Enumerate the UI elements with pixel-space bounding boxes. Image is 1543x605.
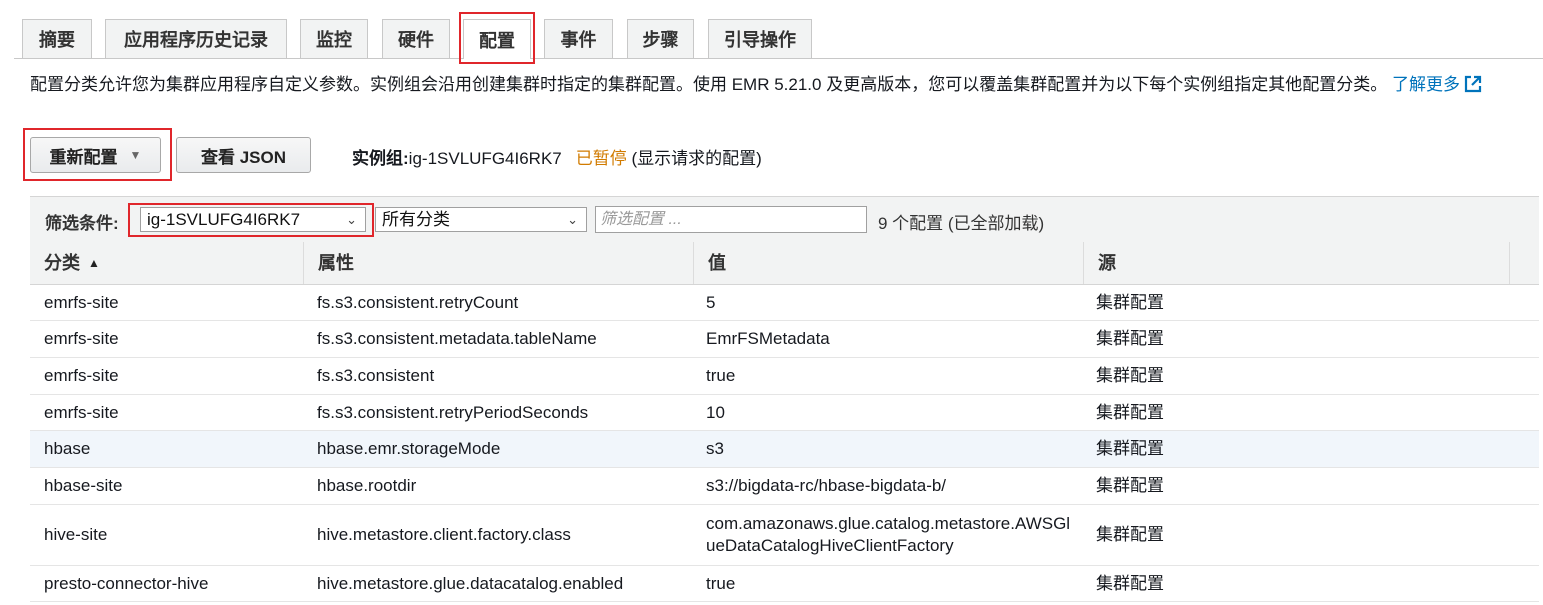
cell-property: fs.s3.consistent xyxy=(317,366,435,385)
cell-source: 集群配置 xyxy=(1096,402,1164,422)
cell-classification: emrfs-site xyxy=(44,402,119,422)
cell-value: 10 xyxy=(706,402,725,422)
table-row[interactable]: emrfs-site fs.s3.consistent true 集群配置 xyxy=(30,358,1539,395)
status-badge: 已暂停 xyxy=(575,149,627,168)
cell-source: 集群配置 xyxy=(1096,366,1164,385)
instance-group-id: ig-1SVLUFG4I6RK7 xyxy=(408,149,562,168)
tab-configurations[interactable]: 配置 xyxy=(463,19,531,59)
tab-app-history[interactable]: 应用程序历史记录 xyxy=(105,19,287,58)
config-count: 9 个配置 (已全部加载) xyxy=(878,214,1045,233)
cell-property: hbase.rootdir xyxy=(317,476,417,495)
cell-classification: emrfs-site xyxy=(44,329,119,348)
category-select[interactable]: 所有分类 ⌄ xyxy=(375,207,587,232)
tab-bootstrap-actions[interactable]: 引导操作 xyxy=(708,19,812,58)
tab-bar-divider xyxy=(14,58,1543,59)
description-text: 配置分类允许您为集群应用程序自定义参数。实例组会沿用创建集群时指定的集群配置。使… xyxy=(30,75,1388,94)
tab-monitoring[interactable]: 监控 xyxy=(300,19,368,58)
instance-group-info: 实例组:ig-1SVLUFG4I6RK7 已暂停 (显示请求的配置) xyxy=(352,144,762,169)
tab-events[interactable]: 事件 xyxy=(544,19,613,58)
configurations-description: 配置分类允许您为集群应用程序自定义参数。实例组会沿用创建集群时指定的集群配置。使… xyxy=(30,73,1530,96)
column-header-value[interactable]: 值 xyxy=(693,242,1083,284)
column-header-classification[interactable]: 分类 ▲ xyxy=(30,242,303,284)
cell-classification: hbase-site xyxy=(44,476,123,495)
filter-bar: 筛选条件: ig-1SVLUFG4I6RK7 ⌄ 所有分类 ⌄ 筛选配置 ... 9… xyxy=(30,196,1539,244)
config-table-body: emrfs-site fs.s3.consistent.retryCount 5… xyxy=(30,285,1539,602)
cell-source: 集群配置 xyxy=(1096,329,1164,348)
reconfigure-dropdown-button[interactable]: 重新配置 ▼ xyxy=(30,137,161,173)
chevron-down-icon: ⌄ xyxy=(346,212,357,227)
cell-value: true xyxy=(706,366,736,385)
column-header-property[interactable]: 属性 xyxy=(303,242,693,284)
cell-property: hive.metastore.glue.datacatalog.enabled xyxy=(317,573,624,593)
cell-value: true xyxy=(706,573,736,593)
cell-property: hive.metastore.client.factory.class xyxy=(317,525,571,544)
filter-label: 筛选条件: xyxy=(45,214,119,233)
sort-ascending-icon: ▲ xyxy=(88,256,100,270)
cell-value: s3://bigdata-rc/hbase-bigdata-b/ xyxy=(706,476,947,495)
cell-value: com.amazonaws.glue.catalog.metastore.AWS… xyxy=(706,514,1071,555)
cell-source: 集群配置 xyxy=(1096,292,1164,312)
table-row[interactable]: hbase-site hbase.rootdir s3://bigdata-rc… xyxy=(30,468,1539,505)
view-json-button[interactable]: 查看 JSON xyxy=(176,137,311,173)
cell-value: 5 xyxy=(706,292,716,312)
cell-classification: hive-site xyxy=(44,525,108,544)
cell-source: 集群配置 xyxy=(1096,525,1164,544)
filter-search-input[interactable]: 筛选配置 ... xyxy=(595,206,867,233)
cell-source: 集群配置 xyxy=(1096,573,1164,593)
table-row[interactable]: emrfs-site fs.s3.consistent.retryPeriodS… xyxy=(30,395,1539,431)
column-header-spacer xyxy=(1509,242,1539,284)
column-header-source[interactable]: 源 xyxy=(1083,242,1509,284)
tab-bar: 摘要 应用程序历史记录 监控 硬件 配置 事件 步骤 引导操作 xyxy=(0,0,1543,59)
instance-group-select[interactable]: ig-1SVLUFG4I6RK7 ⌄ xyxy=(140,207,366,232)
table-row[interactable]: hbase hbase.emr.storageMode s3 集群配置 xyxy=(30,431,1539,468)
external-link-icon xyxy=(1464,75,1482,93)
status-note: (显示请求的配置) xyxy=(631,149,762,168)
cell-classification: emrfs-site xyxy=(44,292,119,312)
cell-property: fs.s3.consistent.metadata.tableName xyxy=(317,329,597,348)
cell-source: 集群配置 xyxy=(1096,439,1164,458)
cell-value: s3 xyxy=(706,439,724,458)
cell-property: hbase.emr.storageMode xyxy=(317,439,501,458)
table-row[interactable]: emrfs-site fs.s3.consistent.metadata.tab… xyxy=(30,321,1539,358)
cell-classification: hbase xyxy=(44,439,91,458)
cell-property: fs.s3.consistent.retryCount xyxy=(317,292,519,312)
chevron-down-icon: ▼ xyxy=(129,148,142,162)
tab-hardware[interactable]: 硬件 xyxy=(382,19,450,58)
table-row[interactable]: emrfs-site fs.s3.consistent.retryCount 5… xyxy=(30,285,1539,321)
table-row[interactable]: presto-connector-hive hive.metastore.glu… xyxy=(30,566,1539,602)
table-row[interactable]: hive-site hive.metastore.client.factory.… xyxy=(30,505,1539,566)
tab-summary[interactable]: 摘要 xyxy=(22,19,92,58)
tab-steps[interactable]: 步骤 xyxy=(627,19,694,58)
cell-classification: emrfs-site xyxy=(44,366,119,385)
cell-value: EmrFSMetadata xyxy=(706,329,830,348)
cell-property: fs.s3.consistent.retryPeriodSeconds xyxy=(317,402,589,422)
chevron-down-icon: ⌄ xyxy=(567,212,578,227)
instance-group-prefix: 实例组: xyxy=(352,149,409,168)
table-header: 分类 ▲ 属性 值 源 xyxy=(30,242,1539,285)
cell-source: 集群配置 xyxy=(1096,476,1164,495)
learn-more-link[interactable]: 了解更多 xyxy=(1392,75,1482,94)
cell-classification: presto-connector-hive xyxy=(44,573,209,593)
